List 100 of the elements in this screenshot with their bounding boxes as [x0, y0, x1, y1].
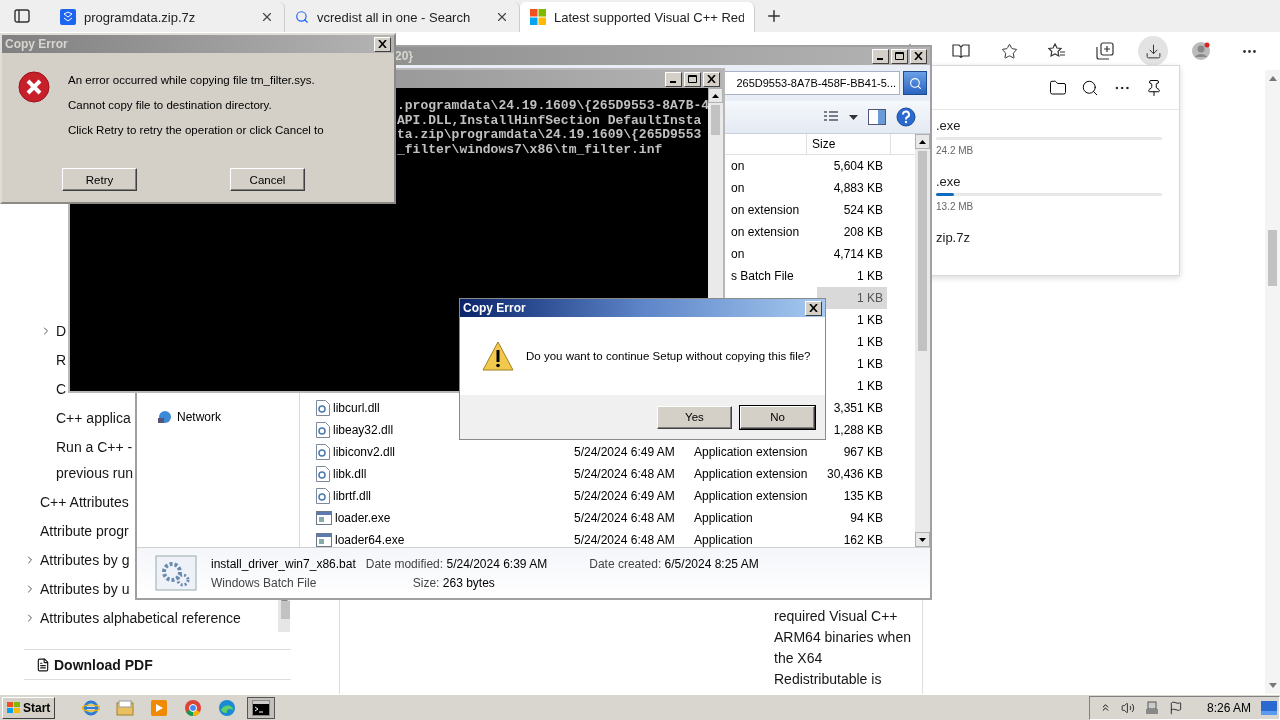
article-paragraph: required Visual C++ ARM64 binaries when the X64 Redistributable is: [774, 607, 912, 690]
scroll-down-icon[interactable]: [1268, 683, 1277, 689]
download-pdf-link[interactable]: Download PDF: [54, 656, 153, 673]
close-icon[interactable]: [914, 52, 923, 60]
maximize-icon[interactable]: [688, 75, 697, 83]
new-tab-icon[interactable]: [765, 7, 783, 25]
console-line: _filter\windows7\x86\tm_filter.inf: [397, 142, 664, 157]
close-button[interactable]: [703, 71, 720, 87]
download-name[interactable]: .exe: [936, 174, 1162, 189]
file-type: on extension: [731, 203, 800, 217]
file-size[interactable]: 5,604 KB: [793, 155, 887, 177]
file-size[interactable]: 94 KB: [810, 507, 887, 529]
minimize-button[interactable]: [665, 71, 682, 87]
nav-link[interactable]: C++ applica: [56, 403, 131, 432]
file-name: libk.dll: [333, 467, 367, 481]
close-button[interactable]: [805, 300, 822, 316]
close-icon[interactable]: [260, 10, 274, 24]
nav-link[interactable]: R: [56, 345, 67, 374]
file-type: on: [731, 181, 745, 195]
close-button[interactable]: [910, 48, 927, 64]
gear-file-icon: [316, 444, 330, 460]
search-icon: [295, 10, 309, 24]
file-size[interactable]: 162 KB: [803, 529, 887, 547]
scroll-up-button[interactable]: [708, 88, 723, 103]
downloads-button[interactable]: [1138, 36, 1168, 66]
network-icon: [157, 410, 173, 424]
file-size[interactable]: 4,883 KB: [793, 177, 887, 199]
speaker-icon[interactable]: [1120, 700, 1135, 715]
start-button[interactable]: Start: [2, 696, 56, 719]
folder-icon[interactable]: [1049, 78, 1067, 97]
e-logo-icon[interactable]: [82, 698, 101, 717]
scrollbar-thumb[interactable]: [1268, 230, 1277, 286]
dialog-title: Copy Error: [463, 301, 527, 315]
column-header[interactable]: Size: [806, 134, 891, 154]
view-list-icon[interactable]: [823, 110, 839, 124]
nav-link[interactable]: Attribute progr: [40, 516, 129, 545]
taskbar-button[interactable]: [247, 696, 276, 719]
download-icon[interactable]: [1144, 42, 1162, 60]
download-size: 13.2 MB: [936, 201, 975, 212]
nav-link[interactable]: Attributes alphabetical reference: [40, 603, 241, 632]
nav-link[interactable]: Network: [177, 410, 221, 424]
dialog-button[interactable]: Retry: [62, 168, 137, 191]
wave-logo-icon[interactable]: [218, 698, 237, 717]
console-line: ta.zip\programdata\24.19.1609\{265D9553: [397, 128, 703, 143]
maximize-button[interactable]: [684, 71, 701, 87]
download-name[interactable]: .exe: [936, 118, 1162, 133]
nav-link[interactable]: D: [56, 316, 67, 345]
scrollbar[interactable]: [1265, 70, 1280, 695]
detail-value: 6/5/2024 8:25 AM: [664, 556, 759, 571]
clock[interactable]: 8:26 AM: [1206, 700, 1251, 715]
gear-file-icon: [316, 422, 330, 438]
show-desktop-icon[interactable]: [1261, 700, 1277, 715]
scrollbar-thumb[interactable]: [918, 151, 927, 351]
tab-actions-icon[interactable]: [14, 8, 30, 24]
maximize-button[interactable]: [891, 48, 908, 64]
search-button[interactable]: [903, 71, 927, 95]
file-size[interactable]: 1 KB: [817, 287, 887, 309]
down-caret-icon[interactable]: [919, 537, 926, 542]
dialog-button[interactable]: Cancel: [230, 168, 305, 191]
minimize-button[interactable]: [872, 48, 889, 64]
file-size[interactable]: 208 KB: [803, 221, 887, 243]
up-caret-icon[interactable]: [712, 93, 719, 98]
browser-tab[interactable]: Latest supported Visual C++ Red: [520, 2, 755, 32]
chrome-icon[interactable]: [184, 698, 203, 717]
up-caret-icon[interactable]: [919, 139, 926, 144]
flag-icon[interactable]: [1168, 700, 1183, 715]
maximize-icon[interactable]: [895, 52, 904, 60]
file-type: s Batch File: [731, 269, 794, 283]
nav-link[interactable]: Run a C++ - previous run: [56, 432, 134, 487]
pin-icon[interactable]: [1145, 78, 1163, 97]
download-name[interactable]: zip.7z: [936, 230, 1162, 245]
dialog-button[interactable]: Yes: [657, 405, 732, 429]
dialog-button[interactable]: No: [740, 405, 815, 429]
scroll-up-icon[interactable]: [1268, 76, 1277, 81]
file-name: libeay32.dll: [333, 423, 394, 437]
file-size[interactable]: 1 KB: [817, 265, 887, 287]
nav-link[interactable]: Attributes by g: [40, 545, 130, 574]
nav-link[interactable]: Attributes by u: [40, 574, 130, 603]
close-icon[interactable]: [495, 10, 509, 24]
scrollbar[interactable]: [915, 134, 930, 547]
file-size[interactable]: 4,714 KB: [793, 243, 887, 265]
scrollbar-thumb[interactable]: [281, 601, 290, 619]
nav-link[interactable]: C++ Attributes: [40, 487, 129, 516]
close-icon[interactable]: [378, 40, 387, 48]
file-size[interactable]: 524 KB: [803, 199, 887, 221]
dropdown-icon[interactable]: [849, 114, 858, 120]
close-button[interactable]: [374, 36, 391, 52]
preview-pane-icon[interactable]: [868, 109, 886, 125]
dialog-title: Copy Error: [5, 37, 69, 51]
scroll-up-button[interactable]: [915, 134, 930, 149]
terminal-icon[interactable]: [252, 699, 271, 716]
close-icon[interactable]: [707, 75, 716, 83]
file-type: Application: [694, 511, 753, 525]
nav-link[interactable]: C: [56, 374, 67, 403]
scrollbar[interactable]: [278, 600, 290, 632]
help-icon[interactable]: [896, 107, 916, 127]
search-icon[interactable]: [1081, 78, 1099, 97]
scroll-down-button[interactable]: [915, 532, 930, 547]
scrollbar-thumb[interactable]: [711, 105, 720, 135]
close-icon[interactable]: [809, 304, 818, 312]
